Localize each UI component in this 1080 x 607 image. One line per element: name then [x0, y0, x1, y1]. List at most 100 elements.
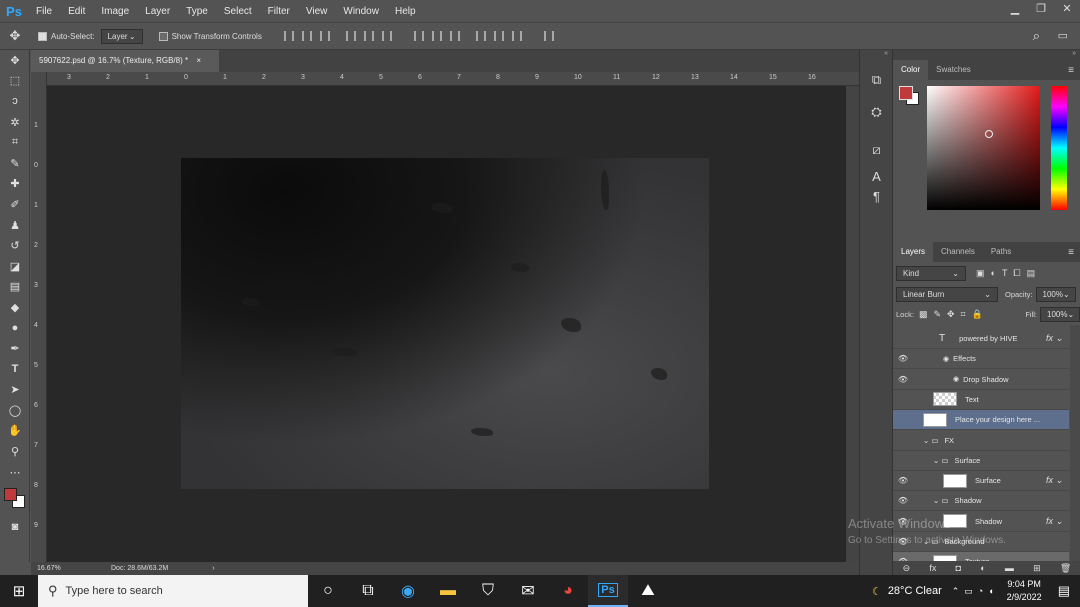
panel-menu-icon[interactable]: ≡: [1068, 65, 1080, 76]
move-tool-icon[interactable]: ✥: [0, 28, 30, 44]
add-mask-icon[interactable]: ◘: [956, 563, 961, 573]
visibility-eye-icon[interactable]: 👁: [893, 375, 913, 384]
auto-select-dropdown[interactable]: Layer ⌄: [100, 28, 143, 44]
color-picker-cursor[interactable]: [985, 130, 993, 138]
effect-eye-icon[interactable]: ◉: [953, 375, 959, 383]
new-layer-icon[interactable]: ⊞: [1033, 563, 1041, 574]
menu-help[interactable]: Help: [387, 6, 424, 17]
search-icon[interactable]: ⌕: [1033, 28, 1040, 44]
foreground-color-swatch[interactable]: [4, 488, 17, 502]
eraser-tool-icon[interactable]: ◪: [0, 256, 30, 277]
marquee-tool-icon[interactable]: ⬚: [0, 71, 30, 92]
distribute-right-icon[interactable]: [511, 31, 522, 41]
store-icon[interactable]: ⛉: [468, 575, 508, 607]
distribute-vcenter-icon[interactable]: [431, 31, 442, 41]
menu-edit[interactable]: Edit: [60, 6, 93, 17]
menu-view[interactable]: View: [298, 6, 336, 17]
workspace-icon[interactable]: ▭: [1058, 29, 1068, 42]
color-swatches[interactable]: [0, 482, 30, 516]
healing-brush-tool-icon[interactable]: ✚: [0, 174, 30, 195]
collapse-icon[interactable]: «: [860, 50, 892, 64]
new-group-icon[interactable]: ▬: [1005, 563, 1014, 573]
mail-icon[interactable]: ✉: [508, 575, 548, 607]
blend-mode-dropdown[interactable]: Linear Burn ⌄: [896, 286, 998, 302]
tab-layers[interactable]: Layers: [893, 242, 934, 262]
collapse-panel-icon[interactable]: »: [893, 50, 1080, 60]
fx-icon[interactable]: fx ⌄: [1046, 475, 1063, 486]
fill-field[interactable]: 100% ⌄: [1040, 306, 1080, 322]
auto-select-checkbox[interactable]: [38, 31, 47, 41]
menu-file[interactable]: File: [28, 6, 60, 17]
color-picker-field[interactable]: [927, 86, 1040, 210]
vertical-scrollbar[interactable]: [846, 86, 859, 562]
lasso-tool-icon[interactable]: ↄ: [0, 91, 30, 112]
close-button[interactable]: ✕: [1054, 0, 1080, 18]
layer-fx-icon[interactable]: fx: [929, 563, 936, 573]
properties-panel-icon[interactable]: ⛭: [860, 96, 893, 128]
tray-icons[interactable]: ⌃▭◔◖: [952, 586, 999, 597]
cortana-icon[interactable]: ○: [308, 575, 348, 607]
fx-icon[interactable]: fx ⌄: [1046, 516, 1063, 527]
weather-text[interactable]: 28°C Clear: [888, 585, 942, 597]
eyedropper-tool-icon[interactable]: ✎: [0, 153, 30, 174]
history-brush-tool-icon[interactable]: ↺: [0, 235, 30, 256]
lock-icons[interactable]: ▩✎✥⌗🔒: [919, 309, 989, 320]
layer-row[interactable]: ⌄ ▭ Surface: [893, 451, 1069, 471]
windows-start-icon[interactable]: ⊞: [0, 575, 38, 607]
visibility-eye-icon[interactable]: 👁: [893, 354, 913, 363]
notification-icon[interactable]: ▤: [1058, 583, 1070, 599]
tab-paths[interactable]: Paths: [983, 242, 1019, 262]
menu-type[interactable]: Type: [178, 6, 216, 17]
visibility-eye-icon[interactable]: 👁: [893, 476, 913, 485]
move-tool-icon[interactable]: ✥: [0, 50, 30, 71]
zoom-tool-icon[interactable]: ⚲: [0, 441, 30, 462]
menu-image[interactable]: Image: [93, 6, 137, 17]
status-menu-arrow-icon[interactable]: ›: [212, 565, 214, 572]
folder-icon[interactable]: ⌄ ▭: [933, 496, 948, 505]
clock[interactable]: 9:04 PM 2/9/2022: [1007, 578, 1042, 604]
layer-row[interactable]: Text: [893, 390, 1069, 410]
texture-artwork[interactable]: [181, 158, 709, 489]
menu-window[interactable]: Window: [335, 6, 387, 17]
gradient-tool-icon[interactable]: ▤: [0, 277, 30, 298]
brush-tool-icon[interactable]: ✐: [0, 194, 30, 215]
edge-icon[interactable]: ◉: [388, 575, 428, 607]
layers-scrollbar[interactable]: [1070, 325, 1080, 565]
layer-row[interactable]: 👁 Surface fx ⌄: [893, 471, 1069, 492]
layer-row[interactable]: 👁 ◉ Effects: [893, 349, 1069, 370]
folder-icon[interactable]: ⌄ ▭: [933, 456, 948, 465]
type-tool-icon[interactable]: T: [0, 359, 30, 380]
tab-swatches[interactable]: Swatches: [928, 60, 979, 80]
layer-row[interactable]: ⌄ ▭ FX: [893, 431, 1069, 451]
clone-stamp-tool-icon[interactable]: ♟: [0, 215, 30, 236]
align-hcenter-icon[interactable]: [363, 31, 374, 41]
align-right-icon[interactable]: [381, 31, 392, 41]
adjustment-layer-icon[interactable]: ◐: [980, 563, 985, 573]
delete-layer-icon[interactable]: 🗑: [1060, 563, 1071, 574]
ellipse-tool-icon[interactable]: ◯: [0, 400, 30, 421]
dodge-tool-icon[interactable]: ●: [0, 318, 30, 339]
layer-row[interactable]: Place your design here ...: [893, 410, 1069, 431]
photoshop-taskbar-icon[interactable]: Ps: [588, 575, 628, 607]
menu-select[interactable]: Select: [216, 6, 260, 17]
tab-color[interactable]: Color: [893, 60, 929, 80]
history-panel-icon[interactable]: ⧉: [860, 64, 893, 96]
hand-tool-icon[interactable]: ✋: [0, 421, 30, 442]
link-layers-icon[interactable]: ⊖: [903, 563, 911, 574]
minimize-button[interactable]: ▁: [1002, 0, 1028, 18]
layer-row[interactable]: 👁 ◉ Drop Shadow: [893, 370, 1069, 390]
blur-tool-icon[interactable]: ◆: [0, 297, 30, 318]
weather-icon[interactable]: ☾: [872, 585, 882, 598]
menu-layer[interactable]: Layer: [137, 6, 178, 17]
zoom-level[interactable]: 16.67%: [37, 565, 97, 572]
align-top-icon[interactable]: [283, 31, 294, 41]
path-selection-tool-icon[interactable]: ➤: [0, 380, 30, 401]
distribute-bottom-icon[interactable]: [449, 31, 460, 41]
auto-align-icon[interactable]: [543, 31, 554, 41]
file-explorer-icon[interactable]: ▬: [428, 575, 468, 607]
layers-menu-icon[interactable]: ≡: [1068, 247, 1080, 258]
pen-tool-icon[interactable]: ✒: [0, 338, 30, 359]
transform-controls-checkbox[interactable]: [158, 31, 168, 41]
magic-wand-tool-icon[interactable]: ✲: [0, 112, 30, 133]
crop-tool-icon[interactable]: ⌗: [0, 132, 30, 153]
